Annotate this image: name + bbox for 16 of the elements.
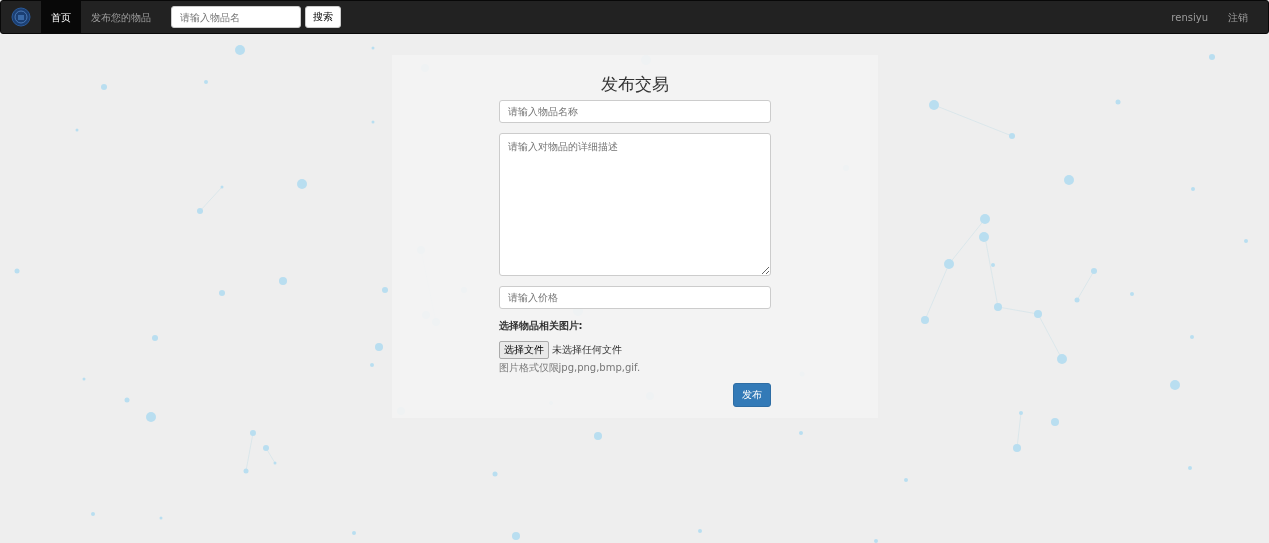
nav-link[interactable]: 首页 xyxy=(41,0,81,34)
help-text: 图片格式仅限jpg,png,bmp,gif. xyxy=(498,361,642,375)
file-status: 未选择任何文件 xyxy=(551,343,622,357)
nav-link[interactable]: 发布您的物品 xyxy=(81,0,161,34)
choose-file-button[interactable]: 选择文件 xyxy=(498,341,549,359)
form-title: 发布交易 xyxy=(599,73,670,96)
price-input[interactable]: 请输入价格 xyxy=(498,286,771,309)
search-field[interactable]: 请输入物品名 xyxy=(171,6,301,28)
logout-link[interactable]: 注销 xyxy=(1218,0,1258,34)
description-textarea[interactable]: 请输入对物品的详细描述 xyxy=(498,133,771,276)
emblem-icon[interactable] xyxy=(11,7,31,27)
username-link[interactable]: rensiyu xyxy=(1161,0,1218,34)
search-button[interactable]: 搜索 xyxy=(305,6,341,28)
submit-button[interactable]: 发布 xyxy=(732,383,771,407)
image-label: 选择物品相关图片: xyxy=(498,319,584,333)
name-input[interactable]: 请输入物品名称 xyxy=(498,100,771,123)
